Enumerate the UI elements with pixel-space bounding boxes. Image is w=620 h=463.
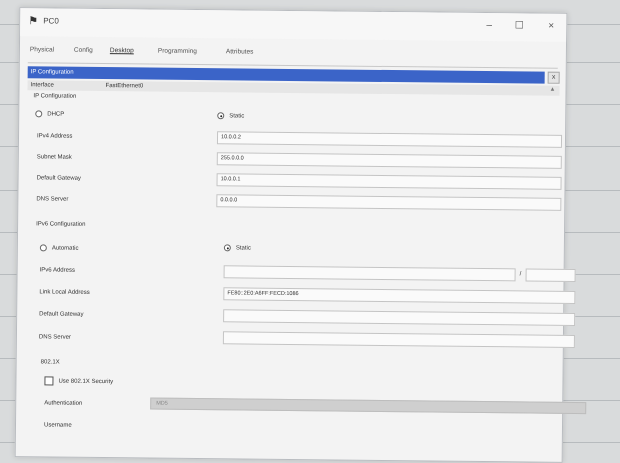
minimize-button[interactable]: – <box>480 18 498 34</box>
app-icon: ⚑ <box>28 15 40 27</box>
ipv6-gateway-field[interactable] <box>223 309 575 326</box>
static-radio[interactable] <box>217 112 224 119</box>
interface-select[interactable]: FastEthernet0 <box>106 83 144 89</box>
default-gateway-field[interactable]: 10.0.0.1 <box>217 173 562 190</box>
use-8021x-checkbox[interactable] <box>44 376 53 385</box>
subnet-mask-field[interactable]: 255.0.0.0 <box>217 152 562 169</box>
close-button[interactable]: × <box>542 19 560 35</box>
subnet-mask-label: Subnet Mask <box>37 154 72 160</box>
window-title: PC0 <box>43 16 59 25</box>
dot1x-section-title: 802.1X <box>41 359 60 365</box>
ipv4-section-title: IP Configuration <box>33 93 76 99</box>
ipv6-address-label: IPv6 Address <box>40 267 75 273</box>
ipv6-address-field[interactable] <box>224 265 516 281</box>
ipv6-static-label: Static <box>236 245 251 251</box>
ipv4-address-label: IPv4 Address <box>37 133 72 139</box>
tab-physical[interactable]: Physical <box>30 46 54 53</box>
ipv4-address-field[interactable]: 10.0.0.2 <box>217 131 562 148</box>
authentication-label: Authentication <box>44 400 82 406</box>
static-label: Static <box>229 113 244 119</box>
default-gateway-label: Default Gateway <box>37 175 81 181</box>
panel-close-button[interactable]: x <box>548 72 560 84</box>
tab-attributes[interactable]: Attributes <box>226 48 254 55</box>
title-bar[interactable]: ⚑ PC0 – ☐ × <box>20 8 566 42</box>
interface-label: Interface <box>31 82 54 88</box>
ipv6-section-title: IPv6 Configuration <box>36 221 85 228</box>
dhcp-label: DHCP <box>47 111 64 117</box>
ipv6-static-radio[interactable] <box>224 244 231 251</box>
ipv6-dns-field[interactable] <box>223 331 575 348</box>
tab-programming[interactable]: Programming <box>158 48 197 55</box>
dns-server-field[interactable]: 0.0.0.0 <box>216 194 561 211</box>
pc-config-window: ⚑ PC0 – ☐ × Physical Config Desktop Prog… <box>15 7 568 463</box>
dhcp-radio[interactable] <box>35 110 42 117</box>
prefix-separator: / <box>520 271 522 277</box>
dns-server-label: DNS Server <box>36 196 68 202</box>
ipv6-automatic-label: Automatic <box>52 245 79 251</box>
tab-config[interactable]: Config <box>74 47 93 54</box>
tab-desktop[interactable]: Desktop <box>110 47 134 54</box>
link-local-label: Link Local Address <box>39 289 89 296</box>
ipv6-dns-label: DNS Server <box>39 334 71 340</box>
use-8021x-label: Use 802.1X Security <box>58 379 113 386</box>
ipv6-automatic-radio[interactable] <box>40 244 47 251</box>
maximize-button[interactable]: ☐ <box>510 18 528 34</box>
username-label: Username <box>44 422 72 428</box>
link-local-field[interactable]: FE80::2E0:A6FF:FECD:1086 <box>223 287 575 304</box>
ipv6-prefix-field[interactable] <box>526 268 576 282</box>
scroll-up-icon[interactable]: ▲ <box>550 87 556 93</box>
ipv6-gateway-label: Default Gateway <box>39 311 83 317</box>
authentication-select[interactable]: MD5 <box>150 398 586 415</box>
